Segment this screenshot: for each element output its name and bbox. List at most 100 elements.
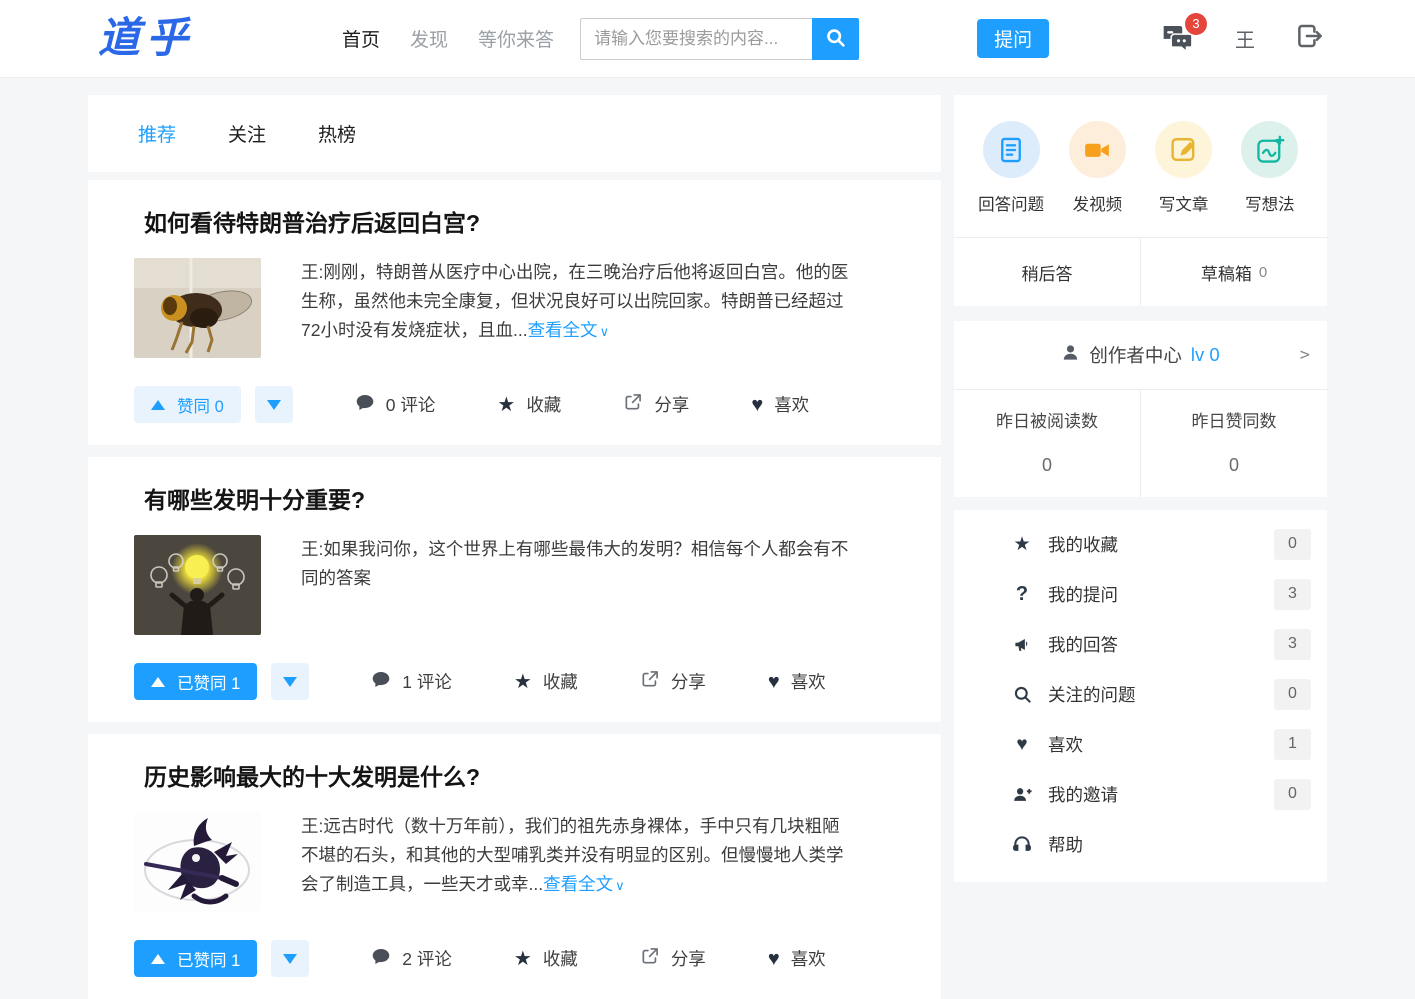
post-excerpt: 王:如果我问你，这个世界上有哪些最伟大的发明？相信每个人都会有不同的答案 xyxy=(301,535,849,635)
comments-button[interactable]: 1 评论 xyxy=(371,669,452,694)
post-thumbnail-ink-warrior[interactable] xyxy=(134,812,261,912)
creation-grid: 回答问题 发视频 xyxy=(954,95,1327,237)
share-button[interactable]: 分享 xyxy=(623,392,689,417)
menu-item-my-collections[interactable]: ★ 我的收藏 0 xyxy=(954,519,1327,569)
stat-yesterday-reads: 昨日被阅读数 0 xyxy=(954,390,1141,497)
read-more-link[interactable]: 查看全文∨ xyxy=(543,874,625,894)
drafts-count: 0 xyxy=(1259,264,1267,281)
count-badge: 3 xyxy=(1274,579,1311,610)
post-excerpt: 王:远古时代（数十万年前），我们的祖先赤身裸体，手中只有几块粗陋不堪的石头，和其… xyxy=(301,812,849,912)
nav-item-discover[interactable]: 发现 xyxy=(410,25,448,52)
post-action-bar: 已赞同 1 2 评论 ★ 收藏 xyxy=(134,940,901,977)
post-card: 如何看待特朗普治疗后返回白宫? xyxy=(88,180,941,445)
upvote-button[interactable]: 已赞同 1 xyxy=(134,940,257,977)
downvote-button[interactable] xyxy=(271,940,309,977)
current-user-name[interactable]: 王 xyxy=(1235,24,1255,53)
menu-item-followed-questions[interactable]: 关注的问题 0 xyxy=(954,669,1327,719)
creator-center-link[interactable]: 创作者中心 lv 0 > xyxy=(954,321,1327,389)
post-title[interactable]: 有哪些发明十分重要? xyxy=(144,481,901,515)
triangle-down-icon xyxy=(283,954,297,964)
menu-item-my-invites[interactable]: 我的邀请 0 xyxy=(954,769,1327,819)
share-icon xyxy=(640,669,660,694)
logout-button[interactable] xyxy=(1295,21,1325,56)
messages-button[interactable]: 3 xyxy=(1161,24,1195,54)
count-badge: 1 xyxy=(1274,729,1311,760)
create-answer-button[interactable]: 回答问题 xyxy=(968,121,1054,215)
upvote-button[interactable]: 已赞同 1 xyxy=(134,663,257,700)
comment-bubble-icon xyxy=(355,393,375,417)
chevron-down-icon: ∨ xyxy=(615,878,625,893)
ask-question-button[interactable]: 提问 xyxy=(977,19,1049,58)
search-bar xyxy=(580,18,859,60)
search-button[interactable] xyxy=(812,18,859,60)
collect-button[interactable]: ★ 收藏 xyxy=(514,669,578,694)
post-thumbnail-fly-specimen[interactable] xyxy=(134,258,261,358)
triangle-down-icon xyxy=(267,400,281,410)
drafts-button[interactable]: 草稿箱 0 xyxy=(1141,238,1327,306)
answer-later-button[interactable]: 稍后答 xyxy=(954,238,1141,306)
downvote-button[interactable] xyxy=(271,663,309,700)
comments-button[interactable]: 0 评论 xyxy=(355,392,436,417)
chevron-down-icon: ∨ xyxy=(600,324,610,339)
like-button[interactable]: ♥ 喜欢 xyxy=(751,392,809,417)
creator-center-card: 创作者中心 lv 0 > 昨日被阅读数 0 昨日赞同数 0 xyxy=(954,321,1327,497)
post-thumbnail-lightbulb-idea[interactable] xyxy=(134,535,261,635)
triangle-up-icon xyxy=(151,677,165,687)
write-article-icon xyxy=(1155,121,1212,178)
menu-item-help[interactable]: 帮助 xyxy=(954,819,1327,869)
person-icon xyxy=(1061,343,1080,367)
comment-bubble-icon xyxy=(371,947,391,971)
nav-item-home[interactable]: 首页 xyxy=(342,25,380,52)
tab-hot[interactable]: 热榜 xyxy=(318,120,356,147)
share-icon xyxy=(640,946,660,971)
collect-button[interactable]: ★ 收藏 xyxy=(514,946,578,971)
star-icon: ★ xyxy=(497,395,515,415)
menu-item-my-answers[interactable]: 我的回答 3 xyxy=(954,619,1327,669)
top-header: 道乎 首页 发现 等你来答 提问 xyxy=(0,0,1415,78)
collect-button[interactable]: ★ 收藏 xyxy=(497,392,561,417)
stat-yesterday-upvotes: 昨日赞同数 0 xyxy=(1141,390,1327,497)
downvote-button[interactable] xyxy=(255,386,293,423)
post-excerpt: 王:刚刚，特朗普从医疗中心出院，在三晚治疗后他将返回白宫。他的医生称，虽然他未完… xyxy=(301,258,849,358)
upvote-button[interactable]: 赞同 0 xyxy=(134,386,241,423)
post-body: 王:刚刚，特朗普从医疗中心出院，在三晚治疗后他将返回白宫。他的医生称，虽然他未完… xyxy=(134,258,901,358)
answer-doc-icon xyxy=(983,121,1040,178)
megaphone-icon xyxy=(1009,635,1035,654)
share-button[interactable]: 分享 xyxy=(640,946,706,971)
menu-item-my-questions[interactable]: ? 我的提问 3 xyxy=(954,569,1327,619)
heart-icon: ♥ xyxy=(751,395,763,415)
menu-item-likes[interactable]: ♥ 喜欢 1 xyxy=(954,719,1327,769)
read-more-link[interactable]: 查看全文∨ xyxy=(528,320,610,340)
feed-column: 推荐 关注 热榜 如何看待特朗普治疗后返回白宫? xyxy=(88,95,941,999)
star-icon: ★ xyxy=(1009,535,1035,554)
page-content: 推荐 关注 热榜 如何看待特朗普治疗后返回白宫? xyxy=(88,78,1327,999)
triangle-down-icon xyxy=(283,677,297,687)
post-title[interactable]: 如何看待特朗普治疗后返回白宫? xyxy=(144,204,901,238)
write-idea-icon xyxy=(1241,121,1298,178)
search-input[interactable] xyxy=(580,18,812,60)
star-icon: ★ xyxy=(514,949,532,969)
user-menu-card: ★ 我的收藏 0 ? 我的提问 3 我的回答 3 xyxy=(954,510,1327,882)
create-article-button[interactable]: 写文章 xyxy=(1141,121,1227,215)
create-video-button[interactable]: 发视频 xyxy=(1054,121,1140,215)
tab-recommended[interactable]: 推荐 xyxy=(138,120,176,147)
like-button[interactable]: ♥ 喜欢 xyxy=(768,669,826,694)
triangle-up-icon xyxy=(151,954,165,964)
nav-item-waiting-answer[interactable]: 等你来答 xyxy=(478,25,554,52)
count-badge: 0 xyxy=(1274,679,1311,710)
share-button[interactable]: 分享 xyxy=(640,669,706,694)
count-badge: 0 xyxy=(1274,779,1311,810)
heart-icon: ♥ xyxy=(768,949,780,969)
invite-person-icon xyxy=(1009,785,1035,804)
like-button[interactable]: ♥ 喜欢 xyxy=(768,946,826,971)
create-idea-button[interactable]: 写想法 xyxy=(1227,121,1313,215)
triangle-up-icon xyxy=(151,400,165,410)
post-card: 历史影响最大的十大发明是什么? xyxy=(88,734,941,999)
post-action-bar: 赞同 0 0 评论 ★ 收藏 xyxy=(134,386,901,423)
post-title[interactable]: 历史影响最大的十大发明是什么? xyxy=(144,758,901,792)
tab-following[interactable]: 关注 xyxy=(228,120,266,147)
right-sidebar: 回答问题 发视频 xyxy=(954,95,1327,882)
post-body: 王:远古时代（数十万年前），我们的祖先赤身裸体，手中只有几块粗陋不堪的石头，和其… xyxy=(134,812,901,912)
comments-button[interactable]: 2 评论 xyxy=(371,946,452,971)
site-logo[interactable]: 道乎 xyxy=(98,18,194,60)
